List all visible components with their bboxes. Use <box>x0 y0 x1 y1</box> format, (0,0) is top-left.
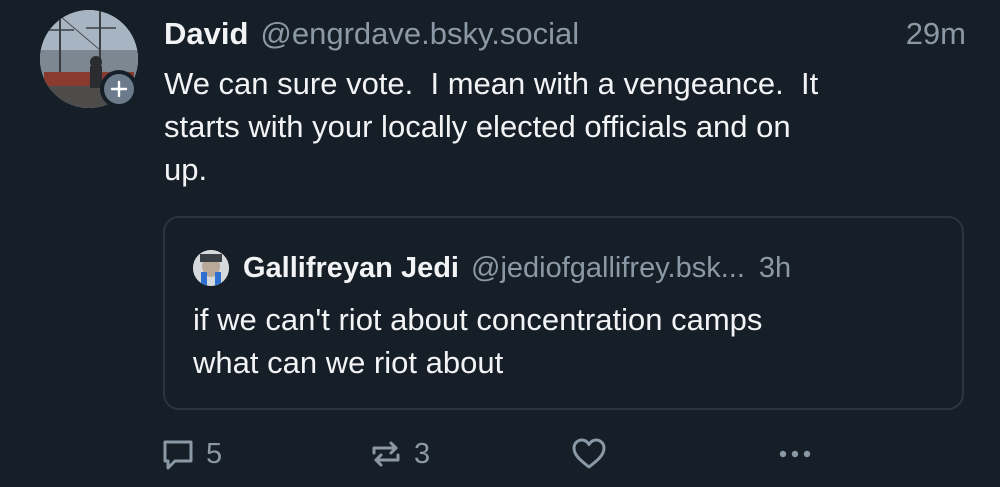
post-card[interactable]: David @engrdave.bsky.social 29m We can s… <box>0 0 1000 487</box>
author-name[interactable]: David <box>164 16 248 52</box>
author-avatar-wrap[interactable] <box>40 10 138 108</box>
post-text: We can sure vote. I mean with a vengeanc… <box>164 66 819 187</box>
quoted-post-text: if we can't riot about concentration cam… <box>193 302 763 380</box>
plus-icon <box>110 80 128 98</box>
heart-icon <box>572 438 606 469</box>
quoted-post[interactable]: Gallifreyan Jedi @jediofgallifrey.bsk...… <box>163 216 964 410</box>
avatar-photo-icon <box>193 250 229 286</box>
quoted-author-avatar[interactable] <box>193 250 229 286</box>
follow-button[interactable] <box>100 70 138 108</box>
more-options-button[interactable] <box>775 432 815 476</box>
repost-button[interactable]: 3 <box>368 432 430 476</box>
post-actions: 5 3 <box>160 432 840 476</box>
ellipsis-icon <box>779 450 811 458</box>
post-timestamp[interactable]: 29m <box>906 16 966 52</box>
quoted-author-name[interactable]: Gallifreyan Jedi <box>243 252 459 285</box>
like-button[interactable] <box>570 432 608 476</box>
author-handle[interactable]: @engrdave.bsky.social <box>260 16 579 52</box>
quoted-post-timestamp[interactable]: 3h <box>759 252 791 285</box>
reply-count: 5 <box>206 437 223 470</box>
quoted-author-handle[interactable]: @jediofgallifrey.bsk... <box>471 252 745 285</box>
repost-count: 3 <box>414 437 431 470</box>
repost-arrows-icon <box>372 441 400 467</box>
post-header: David @engrdave.bsky.social 29m <box>164 14 966 54</box>
reply-button[interactable]: 5 <box>160 432 222 476</box>
quoted-post-header: Gallifreyan Jedi @jediofgallifrey.bsk...… <box>193 250 943 286</box>
speech-bubble-icon <box>163 440 193 470</box>
